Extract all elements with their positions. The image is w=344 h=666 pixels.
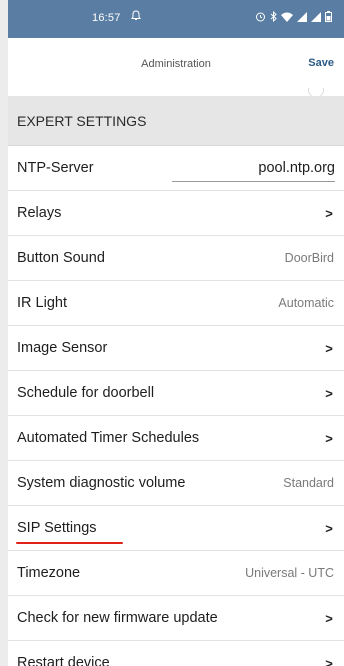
signal-icon bbox=[297, 11, 307, 22]
firmware-update-row[interactable]: Check for new firmware update > bbox=[8, 596, 344, 641]
ir-light-value: Automatic bbox=[278, 296, 334, 310]
button-sound-label: Button Sound bbox=[17, 250, 105, 266]
restart-device-label: Restart device bbox=[17, 655, 110, 666]
diagnostic-volume-value: Standard bbox=[283, 476, 334, 490]
image-sensor-row[interactable]: Image Sensor > bbox=[8, 326, 344, 371]
wifi-icon bbox=[281, 12, 293, 22]
button-sound-row[interactable]: Button Sound DoorBird bbox=[8, 236, 344, 281]
page-title: Administration bbox=[141, 58, 211, 70]
signal-icon-2 bbox=[311, 11, 321, 22]
relays-row[interactable]: Relays > bbox=[8, 191, 344, 236]
sip-settings-label: SIP Settings bbox=[17, 520, 97, 536]
restart-device-row[interactable]: Restart device > bbox=[8, 641, 344, 666]
sip-settings-row[interactable]: SIP Settings > bbox=[8, 506, 344, 551]
status-time: 16:57 bbox=[92, 12, 121, 24]
chevron-right-icon: > bbox=[325, 655, 333, 666]
sip-highlight-underline bbox=[16, 542, 123, 544]
diagnostic-volume-label: System diagnostic volume bbox=[17, 475, 186, 491]
schedule-doorbell-label: Schedule for doorbell bbox=[17, 385, 155, 401]
relays-label: Relays bbox=[17, 205, 62, 221]
ntp-server-row: NTP-Server bbox=[8, 146, 344, 191]
status-bar: 16:57 bbox=[8, 0, 344, 38]
automated-timer-row[interactable]: Automated Timer Schedules > bbox=[8, 416, 344, 461]
chevron-right-icon: > bbox=[325, 520, 333, 536]
toggle-partial bbox=[308, 88, 324, 96]
scrolled-row-partial bbox=[8, 88, 344, 97]
ir-light-row[interactable]: IR Light Automatic bbox=[8, 281, 344, 326]
automated-timer-label: Automated Timer Schedules bbox=[17, 430, 200, 446]
ntp-server-label: NTP-Server bbox=[17, 160, 94, 176]
notification-icon bbox=[131, 10, 141, 24]
section-header-expert-settings: EXPERT SETTINGS bbox=[8, 97, 344, 146]
chevron-right-icon: > bbox=[325, 385, 333, 401]
battery-icon bbox=[325, 11, 332, 22]
ir-light-label: IR Light bbox=[17, 295, 67, 311]
chevron-right-icon: > bbox=[325, 430, 333, 446]
firmware-update-label: Check for new firmware update bbox=[17, 610, 218, 626]
status-icons bbox=[255, 11, 332, 22]
bluetooth-icon bbox=[270, 11, 277, 22]
app-screen: 16:57 Administration Save EXPERT SETTING… bbox=[8, 0, 344, 666]
chevron-right-icon: > bbox=[325, 610, 333, 626]
timezone-row[interactable]: Timezone Universal - UTC bbox=[8, 551, 344, 596]
button-sound-value: DoorBird bbox=[284, 251, 334, 265]
timezone-label: Timezone bbox=[17, 565, 81, 581]
top-app-bar: Administration Save bbox=[8, 38, 344, 88]
save-button[interactable]: Save bbox=[308, 57, 334, 69]
diagnostic-volume-row[interactable]: System diagnostic volume Standard bbox=[8, 461, 344, 506]
chevron-right-icon: > bbox=[325, 205, 333, 221]
chevron-right-icon: > bbox=[325, 340, 333, 356]
image-sensor-label: Image Sensor bbox=[17, 340, 108, 356]
timezone-value: Universal - UTC bbox=[245, 566, 334, 580]
schedule-doorbell-row[interactable]: Schedule for doorbell > bbox=[8, 371, 344, 416]
ntp-server-input[interactable] bbox=[172, 154, 335, 182]
alarm-icon bbox=[255, 11, 266, 22]
